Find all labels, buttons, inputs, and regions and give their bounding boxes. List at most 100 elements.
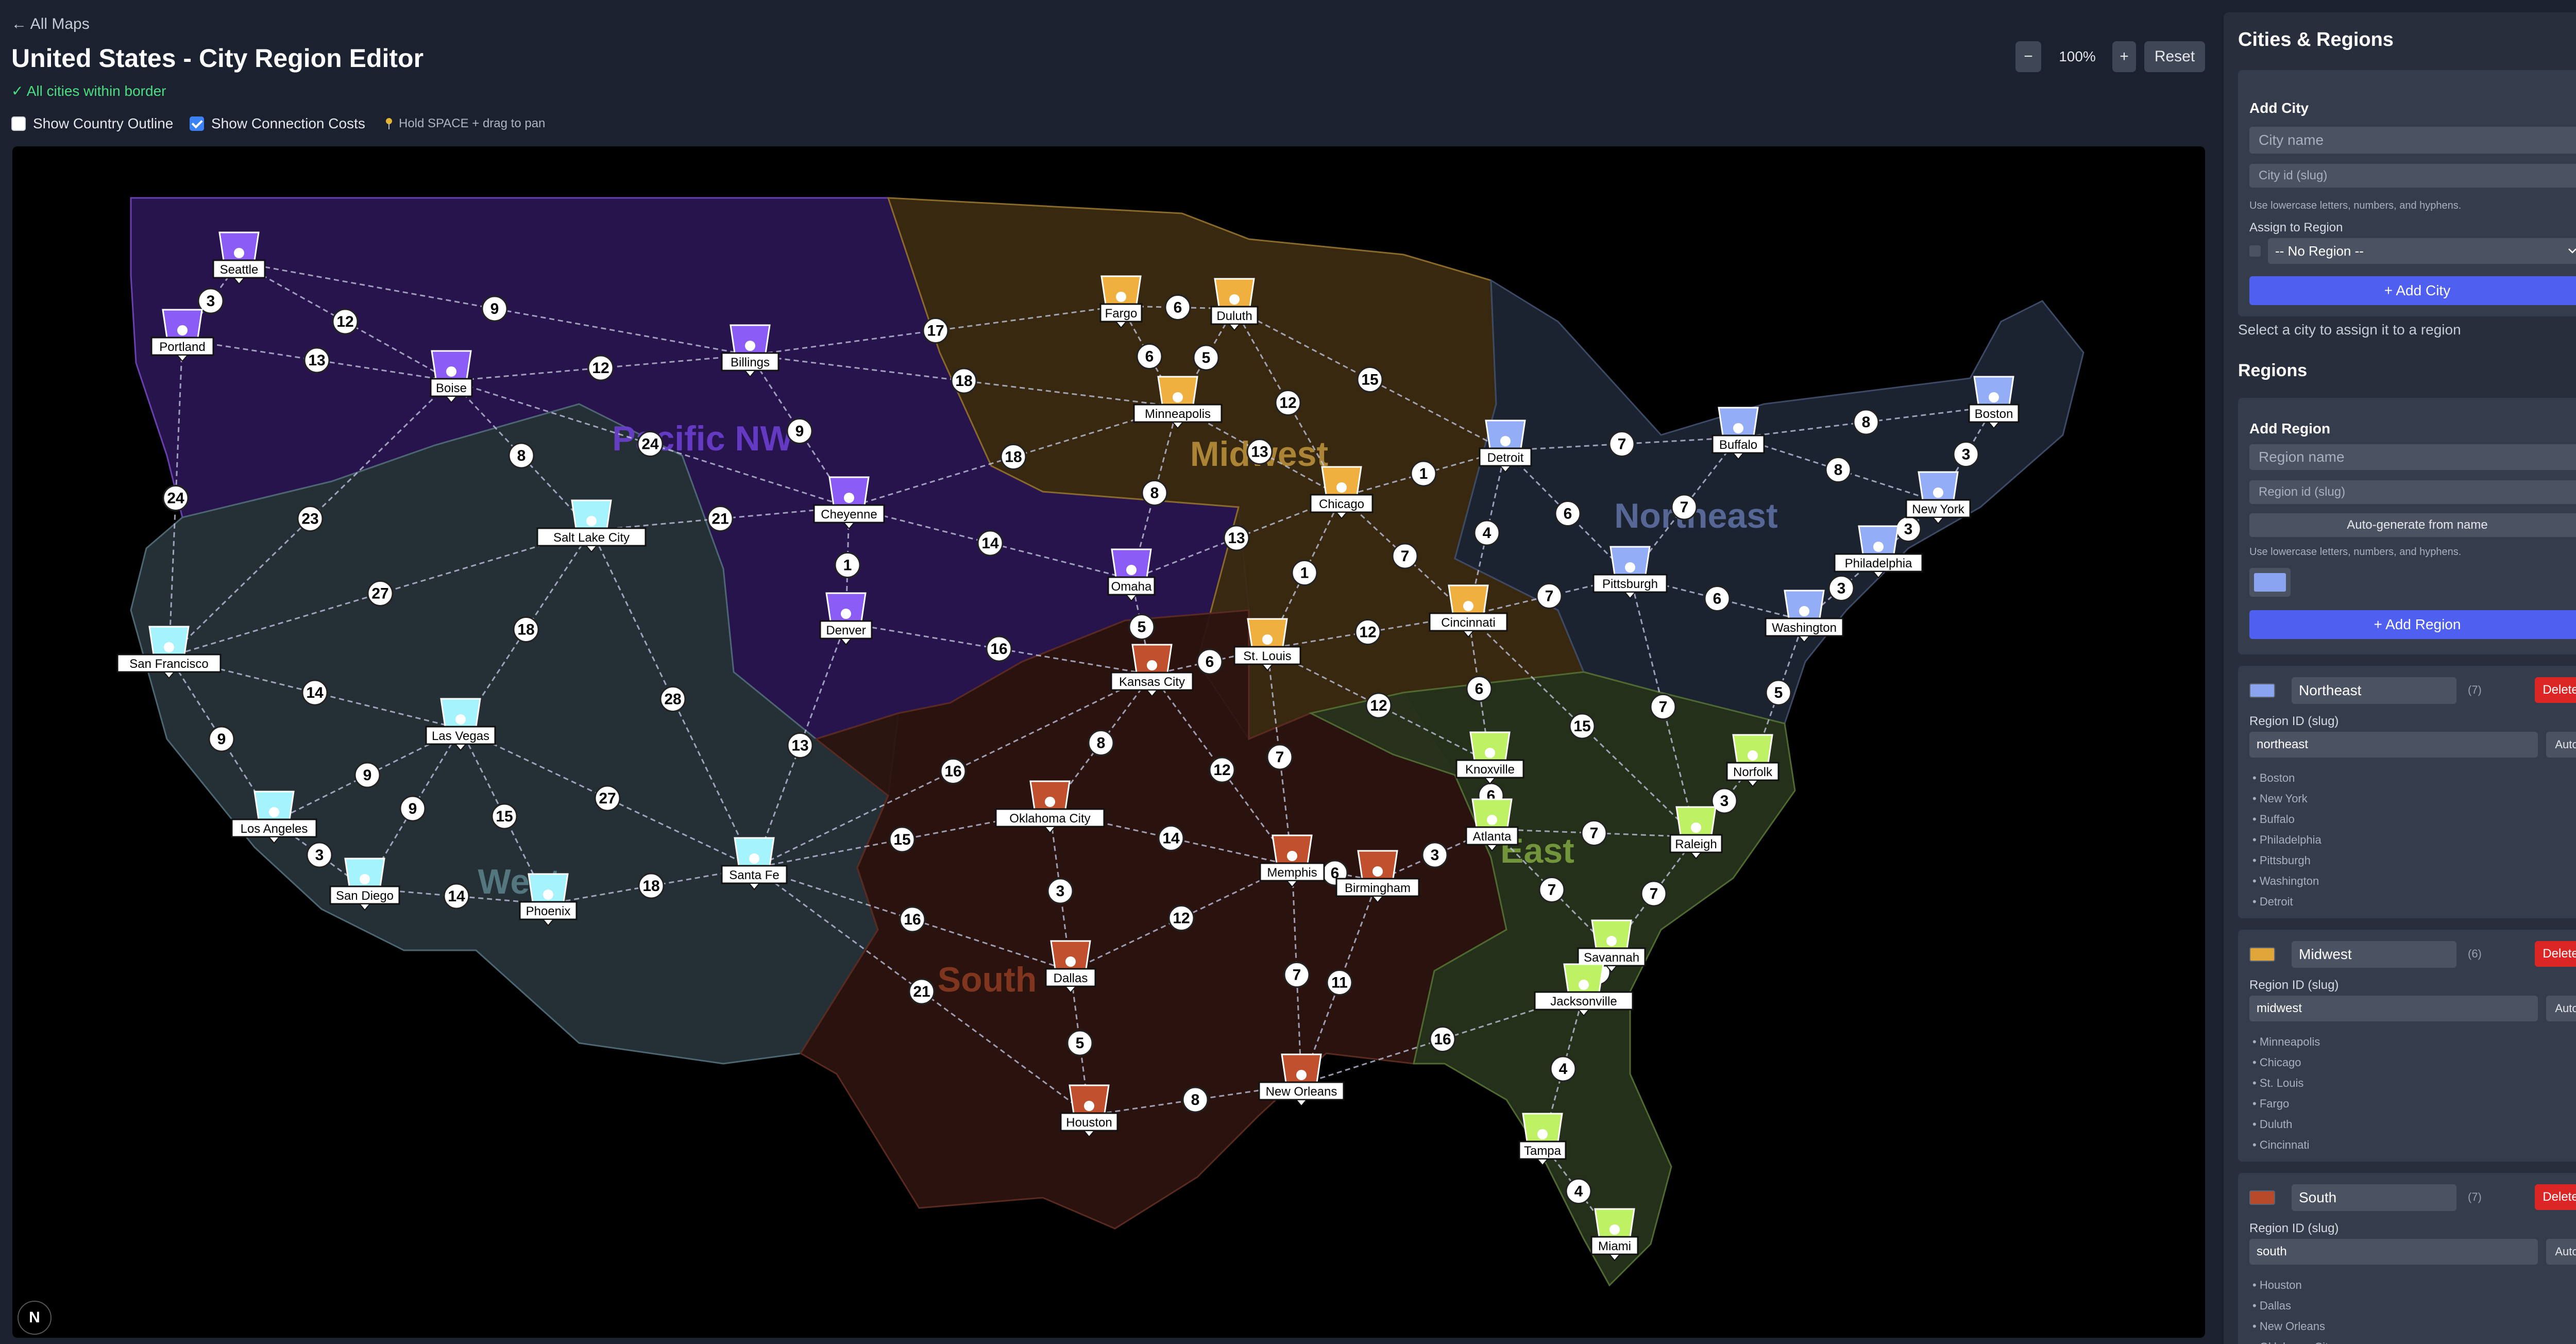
region-color-picker[interactable] (2249, 568, 2291, 597)
connection-cost-value: 17 (927, 323, 944, 340)
auto-slug-button[interactable]: Auto (2546, 1239, 2576, 1265)
region-name-field[interactable]: South (2292, 1184, 2456, 1211)
connection-cost-badge: 7 (1608, 431, 1635, 457)
city-marker[interactable]: Fargo (1099, 275, 1143, 329)
connection-cost-badge: 5 (1128, 614, 1155, 640)
connection-cost-badge: 12 (332, 308, 359, 335)
region-id-input[interactable]: Region id (slug) (2249, 480, 2576, 504)
connection-cost-value: 23 (301, 511, 318, 528)
connection-cost-value: 12 (1359, 624, 1376, 641)
connection-cost-badge: 7 (1640, 880, 1667, 907)
city-marker[interactable]: Miami (1590, 1208, 1639, 1262)
region-color-swatch[interactable] (2249, 683, 2275, 698)
region-label-south: South (938, 960, 1037, 999)
city-name-label: Chicago (1319, 497, 1364, 511)
connection-cost-badge: 7 (1392, 543, 1418, 569)
delete-region-button[interactable]: Delete (2535, 1184, 2576, 1210)
auto-slug-button[interactable]: Auto (2546, 732, 2576, 758)
city-name-label: Memphis (1267, 866, 1317, 880)
city-dot (1606, 936, 1617, 946)
city-name-label: Boise (436, 381, 467, 395)
map-canvas[interactable]: Pacific NWWestMidwestNortheastSouthEast3… (12, 146, 2205, 1338)
connection-cost-badge: 21 (707, 506, 734, 532)
zoom-out-button[interactable]: − (2015, 41, 2041, 72)
add-region-button[interactable]: + Add Region (2249, 610, 2576, 639)
connection-cost-value: 9 (363, 767, 372, 784)
connection-cost-badge: 1 (834, 552, 861, 578)
connection-cost-value: 6 (1713, 591, 1722, 608)
connection-cost-badge: 12 (1365, 692, 1392, 719)
show-country-outline-checkbox[interactable] (11, 116, 26, 131)
city-name-label: Tampa (1524, 1144, 1562, 1158)
delete-region-button[interactable]: Delete (2535, 677, 2576, 703)
connection-cost-badge: 7 (1671, 494, 1698, 520)
connection-cost-badge: 3 (1828, 575, 1855, 601)
connection-cost-badge: 16 (1429, 1026, 1456, 1052)
region-id-field[interactable]: northeast (2249, 732, 2538, 758)
city-name-label: Knoxville (1465, 763, 1515, 777)
connection-cost-badge: 8 (1088, 730, 1114, 756)
region-city-item: • Philadelphia (2252, 833, 2321, 846)
city-marker[interactable]: Duluth (1210, 278, 1259, 331)
show-connection-costs-checkbox[interactable] (190, 116, 204, 131)
connection-cost-value: 13 (1251, 444, 1268, 461)
city-name-input[interactable]: City name (2249, 127, 2576, 154)
region-id-field[interactable]: midwest (2249, 996, 2538, 1021)
region-color-swatch[interactable] (2249, 1190, 2275, 1205)
city-dot (1609, 1224, 1620, 1235)
connection-cost-badge: 6 (1704, 585, 1731, 612)
city-dot (1748, 750, 1758, 761)
city-marker[interactable]: Boise (430, 350, 473, 404)
region-id-field[interactable]: south (2249, 1239, 2538, 1265)
region-card-midwest: Midwest (6) Delete Region ID (slug) midw… (2238, 930, 2576, 1162)
region-select[interactable]: -- No Region -- (2268, 238, 2576, 264)
city-dot (1296, 1070, 1307, 1080)
city-dot (1126, 565, 1137, 575)
connection-cost-badge: 12 (1168, 905, 1195, 931)
region-color-swatch[interactable] (2249, 947, 2275, 962)
region-city-count: (6) (2468, 947, 2482, 960)
framework-badge[interactable]: N (18, 1301, 52, 1335)
city-name-label: Fargo (1105, 307, 1138, 321)
zoom-in-button[interactable]: + (2112, 41, 2136, 72)
city-dot (844, 493, 854, 503)
map-svg[interactable]: Pacific NWWestMidwestNortheastSouthEast3… (12, 146, 2205, 1338)
reset-zoom-button[interactable]: Reset (2144, 41, 2205, 72)
connection-cost-value: 5 (1774, 684, 1783, 701)
city-dot (1173, 392, 1183, 402)
connection-cost-value: 8 (517, 447, 526, 464)
connection-cost-badge: 4 (1565, 1178, 1592, 1204)
region-name-field[interactable]: Northeast (2292, 677, 2456, 704)
city-dot (1579, 980, 1589, 990)
auto-slug-button[interactable]: Auto (2546, 996, 2576, 1021)
region-name-input[interactable]: Region name (2249, 444, 2576, 470)
city-dot (1487, 815, 1497, 825)
connection-cost-value: 3 (1904, 521, 1913, 538)
connection-cost-badge: 6 (1466, 676, 1493, 702)
connection-cost-value: 18 (517, 621, 534, 639)
add-city-card: Add City City name City id (slug) Use lo… (2238, 70, 2576, 316)
connection-cost-value: 16 (904, 911, 921, 928)
delete-region-button[interactable]: Delete (2535, 941, 2576, 967)
city-name-label: Denver (826, 624, 866, 637)
city-marker[interactable]: Omaha (1107, 548, 1156, 602)
region-id-hint: Use lowercase letters, numbers, and hyph… (2249, 546, 2462, 558)
connection-cost-value: 12 (1173, 910, 1190, 927)
back-to-all-maps-link[interactable]: ← All Maps (11, 15, 90, 33)
city-dot (1084, 1101, 1094, 1111)
connection-cost-badge: 13 (787, 732, 814, 759)
city-id-input[interactable]: City id (slug) (2249, 164, 2576, 188)
region-city-item: • Houston (2252, 1279, 2302, 1291)
add-city-button[interactable]: + Add City (2249, 276, 2576, 305)
connection-cost-value: 13 (791, 737, 808, 754)
region-city-item: • Pittsburgh (2252, 854, 2311, 867)
show-country-outline-toggle[interactable]: Show Country Outline (11, 115, 173, 132)
city-marker[interactable]: Tampa (1518, 1113, 1567, 1166)
connection-cost-value: 3 (315, 847, 324, 864)
city-dot (234, 248, 244, 258)
connection-cost-badge: 27 (594, 785, 621, 812)
show-connection-costs-toggle[interactable]: Show Connection Costs (190, 115, 365, 132)
region-name-field[interactable]: Midwest (2292, 941, 2456, 968)
auto-generate-id-button[interactable]: Auto-generate from name (2249, 513, 2576, 537)
connection-cost-badge: 21 (908, 978, 935, 1005)
